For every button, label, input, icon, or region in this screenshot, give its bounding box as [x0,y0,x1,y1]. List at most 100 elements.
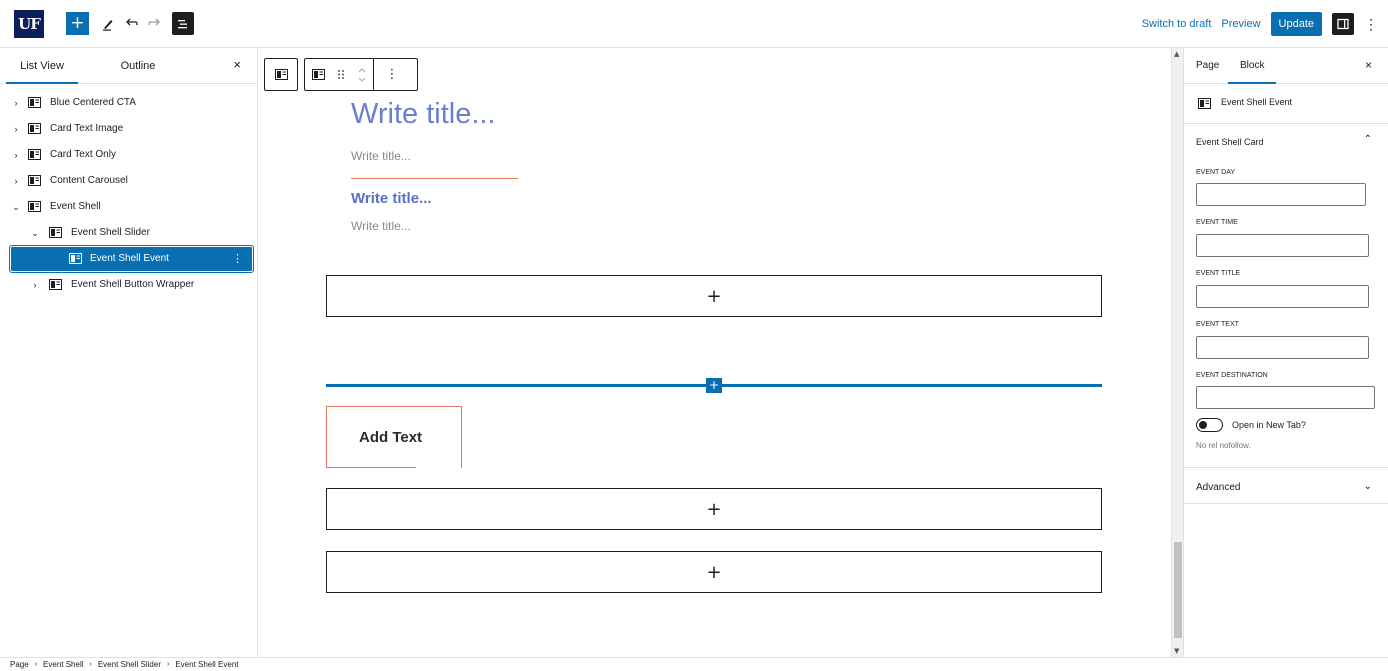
event-day-input[interactable] [1196,183,1366,206]
insert-block-button[interactable]: + [706,378,722,393]
panel-title: Event Shell Card [1196,137,1264,147]
event-text-label: EVENT TEXT [1196,321,1239,328]
block-icon [28,123,41,134]
block-appender-button[interactable]: + [326,488,1102,530]
list-item[interactable]: › Card Text Image [0,116,257,142]
event-title-bold[interactable]: Write title... [351,190,432,207]
list-item[interactable]: › Card Text Only [0,142,257,168]
breadcrumb-item[interactable]: Event Shell [43,658,83,671]
event-title-label: EVENT TITLE [1196,270,1241,277]
list-item-label: Event Shell Event [90,253,169,264]
tab-list-view[interactable]: List View [6,48,78,84]
panel-header[interactable]: Event Shell Card ⌃ [1184,124,1388,158]
tab-block[interactable]: Block [1228,48,1277,84]
open-in-new-tab-toggle[interactable] [1196,418,1223,432]
editor-canvas: ⋮ Write title... Write title... Write ti… [259,48,1171,657]
block-icon [69,253,82,264]
switch-to-draft-link[interactable]: Switch to draft [1142,18,1212,30]
canvas-scrollbar[interactable]: ▲ ▼ [1171,48,1183,657]
chevron-right-icon[interactable]: › [11,168,21,194]
chevron-right-icon[interactable]: › [11,116,21,142]
event-title-large[interactable]: Write title... [351,98,496,131]
chevron-down-icon[interactable]: ⌄ [1364,481,1372,492]
event-time-input[interactable] [1196,234,1369,257]
chevron-right-icon: › [34,661,38,668]
block-icon [28,97,41,108]
list-view-panel: List View Outline × › Blue Centered CTA … [0,48,258,657]
move-up-down-icon[interactable] [351,59,373,90]
chevron-up-icon[interactable]: ⌃ [1364,134,1372,145]
block-icon [28,149,41,160]
breadcrumb-item[interactable]: Page [10,658,29,671]
chevron-down-icon[interactable]: ⌄ [11,194,21,220]
redo-icon[interactable] [144,12,166,35]
block-appender-button[interactable]: + [326,275,1102,317]
close-icon[interactable]: × [1365,48,1372,82]
options-icon[interactable]: ⋮ [374,59,410,90]
chevron-right-icon[interactable]: › [11,90,21,116]
block-icon [311,69,325,80]
settings-panel-toggle-icon[interactable] [1332,13,1354,35]
list-item-selected[interactable]: Event Shell Event ⋮ [9,245,254,273]
scroll-down-icon[interactable]: ▼ [1174,647,1179,655]
update-button[interactable]: Update [1270,12,1322,36]
event-text[interactable]: Write title... [351,219,411,233]
breadcrumb-item: Event Shell Event [175,660,239,669]
breadcrumb-item[interactable]: Event Shell Slider [98,658,161,671]
settings-sidebar: Page Block × Event Shell Event Event She… [1183,48,1388,657]
list-item-label: Card Text Image [50,123,124,134]
scroll-up-icon[interactable]: ▲ [1174,50,1179,58]
event-day-label: EVENT DAY [1196,169,1236,176]
more-options-icon[interactable]: ⋮ [1364,16,1378,33]
chevron-right-icon[interactable]: › [30,272,40,298]
scroll-thumb[interactable] [1174,542,1182,638]
block-options-icon[interactable]: ⋮ [232,246,243,272]
block-icon [28,201,41,212]
chevron-right-icon: › [167,661,170,668]
list-item[interactable]: › Event Shell Button Wrapper [0,272,257,298]
list-item[interactable]: › Content Carousel [0,168,257,194]
block-card: Event Shell Event [1184,84,1388,124]
settings-tabs: Page Block × [1184,48,1388,84]
block-tree: › Blue Centered CTA › Card Text Image › … [0,84,257,298]
block-appender-button[interactable]: + [326,551,1102,593]
list-item-label: Event Shell Slider [71,227,150,238]
chevron-right-icon[interactable]: › [11,142,21,168]
event-title-input[interactable] [1196,285,1369,308]
select-parent-button[interactable] [264,58,298,91]
event-destination-input[interactable] [1196,386,1375,409]
undo-icon[interactable] [120,12,142,35]
toggle-knob [1199,421,1207,429]
site-logo[interactable]: UF [14,10,44,38]
document-overview-icon[interactable] [172,12,194,35]
event-text-input[interactable] [1196,336,1369,359]
list-view-tabs: List View Outline × [0,48,257,84]
block-icon [49,279,62,290]
chevron-down-icon[interactable]: ⌄ [30,220,40,246]
toggle-label: Open in New Tab? [1232,420,1306,430]
tab-page[interactable]: Page [1196,48,1219,84]
block-type-button[interactable] [305,59,331,90]
divider [1184,467,1388,468]
preview-link[interactable]: Preview [1221,18,1260,30]
list-item[interactable]: ⌄ Event Shell Slider [0,220,257,246]
block-icon [49,227,62,238]
add-block-button[interactable]: + [66,12,89,35]
list-item[interactable]: › Blue Centered CTA [0,90,257,116]
list-item-label: Event Shell Button Wrapper [71,279,195,290]
chevron-right-icon: › [89,661,92,668]
tab-outline[interactable]: Outline [112,48,164,84]
editor-header: UF + Switch to draft Preview Update ⋮ [0,0,1388,48]
event-destination-label: EVENT DESTINATION [1196,372,1268,379]
list-item-label: Card Text Only [50,149,116,160]
advanced-panel-toggle[interactable]: Advanced [1196,482,1240,493]
help-text: No rel nofollow. [1196,441,1251,450]
event-title-small[interactable]: Write title... [351,149,411,163]
drag-handle-icon[interactable] [331,59,351,90]
list-item[interactable]: ⌄ Event Shell [0,194,257,220]
add-text-button[interactable]: Add Text [359,429,422,446]
close-icon[interactable]: × [233,48,241,84]
frame-corner [326,467,416,468]
block-icon [1198,98,1211,109]
pencil-icon[interactable] [97,12,119,35]
